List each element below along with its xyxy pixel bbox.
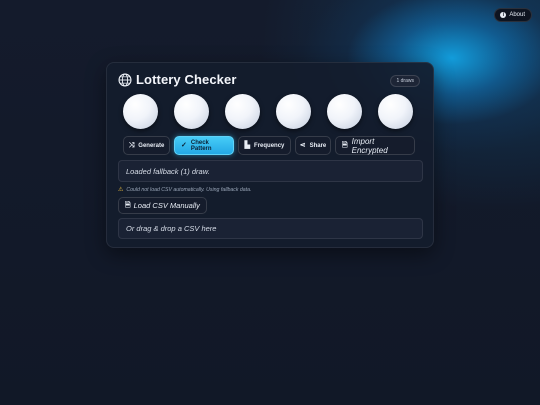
file-icon: 🗎 <box>125 202 131 209</box>
lottery-ball <box>378 94 413 129</box>
load-csv-label: Load CSV Manually <box>133 201 200 210</box>
lottery-ball <box>174 94 209 129</box>
status-message: Loaded fallback (1) draw. <box>118 160 423 182</box>
load-csv-button[interactable]: 🗎 Load CSV Manually <box>118 197 207 214</box>
draws-count-badge: 1 draws <box>390 75 420 87</box>
check-pattern-button[interactable]: ✓ Check Pattern <box>174 136 234 155</box>
frequency-button[interactable]: ▙ Frequency <box>238 136 291 155</box>
about-label: About <box>509 12 525 18</box>
about-button[interactable]: i About <box>494 8 532 22</box>
card-header: Lottery Checker <box>118 72 236 87</box>
warning-icon: ⚠ <box>118 187 124 193</box>
globe-icon <box>118 72 132 87</box>
import-encrypted-button[interactable]: 🗎 Import Encrypted <box>335 136 415 155</box>
share-button[interactable]: ⋖ Share <box>295 136 331 155</box>
lottery-ball <box>327 94 362 129</box>
import-encrypted-label: Import Encrypted <box>351 136 388 155</box>
generate-label: Generate <box>138 142 165 149</box>
share-label: Share <box>309 142 327 149</box>
page-title: Lottery Checker <box>136 72 237 87</box>
warning-message: ⚠ Could not load CSV automatically. Usin… <box>118 186 252 194</box>
check-pattern-label: Check Pattern <box>190 139 212 152</box>
lottery-ball <box>276 94 311 129</box>
info-icon: i <box>500 12 507 18</box>
lottery-ball <box>123 94 158 129</box>
lottery-ball <box>225 94 260 129</box>
generate-button[interactable]: ⤨ Generate <box>123 136 170 155</box>
file-icon: 🗎 <box>342 142 348 149</box>
csv-drop-zone[interactable]: Or drag & drop a CSV here <box>118 218 423 239</box>
warning-text: Could not load CSV automatically. Using … <box>126 186 252 193</box>
share-icon: ⋖ <box>299 142 306 149</box>
bar-chart-icon: ▙ <box>244 142 251 149</box>
lottery-balls <box>123 94 413 129</box>
lottery-card: Lottery Checker 1 draws ⤨ Generate ✓ Check … <box>106 62 434 248</box>
shuffle-icon: ⤨ <box>128 142 135 149</box>
check-icon: ✓ <box>181 142 187 149</box>
frequency-label: Frequency <box>254 142 285 149</box>
action-toolbar: ⤨ Generate ✓ Check Pattern ▙ Frequency ⋖ Share 🗎… <box>123 136 415 155</box>
